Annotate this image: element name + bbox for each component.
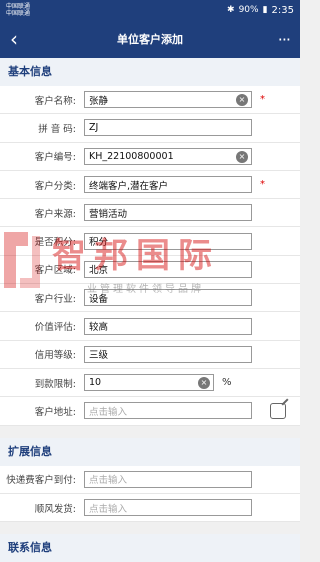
form-row-sf-shipping: 顺风发货: 点击输入: [0, 494, 300, 523]
pinyin-field[interactable]: ZJ: [84, 119, 252, 137]
field-label: 客户区域:: [34, 265, 76, 277]
value-assessment-field[interactable]: 较高: [84, 317, 252, 335]
form-row-address: 客户地址: 点击输入: [0, 397, 300, 426]
section-gap: [0, 425, 300, 438]
form-row-value-assessment: 价值评估: 较高: [0, 312, 300, 341]
field-label: 客户编号:: [34, 152, 76, 164]
form-row-customer-name: 客户名称: 张静 × *: [0, 86, 300, 115]
field-label: 顺风发货:: [34, 503, 76, 515]
clock: 2:35: [271, 4, 294, 16]
bluetooth-icon: ✱: [227, 5, 235, 15]
field-label: 客户分类:: [34, 180, 76, 192]
sf-shipping-field[interactable]: 点击输入: [84, 499, 252, 516]
express-fee-field[interactable]: 点击输入: [84, 470, 252, 488]
form-row-points: 是否积分: 积分: [0, 227, 300, 256]
clear-icon[interactable]: ×: [198, 377, 210, 390]
field-placeholder: 点击输入: [89, 475, 128, 487]
form-row-customer-number: 客户编号: KH_22100800001 ×: [0, 143, 300, 171]
customer-number-field[interactable]: KH_22100800001 ×: [84, 147, 252, 165]
field-label: 快递费客户到付:: [6, 475, 76, 487]
section-basic-title: 基本信息: [0, 58, 300, 86]
address-field[interactable]: 点击输入: [84, 402, 252, 420]
carrier-info: 中国联通 中国联通: [6, 3, 30, 17]
section-extended-title: 扩展信息: [0, 437, 300, 466]
field-label: 是否积分:: [34, 237, 76, 249]
payment-limit-field[interactable]: 10 ×: [84, 374, 214, 392]
form-row-credit-level: 信用等级: 三级: [0, 341, 300, 369]
section-contact-title: 联系信息: [0, 534, 300, 562]
required-mark: *: [260, 179, 265, 191]
required-mark: *: [260, 94, 265, 106]
top-nav: ‹ 单位客户添加 ···: [0, 20, 300, 58]
customer-source-field[interactable]: 营销活动: [84, 204, 252, 222]
region-field[interactable]: 北京: [84, 260, 252, 278]
battery-icon: ▮: [262, 5, 268, 15]
form-row-payment-limit: 到款限制: 10 × %: [0, 369, 300, 398]
page-title: 单位客户添加: [117, 33, 183, 46]
carrier-2: 中国联通: [6, 10, 31, 17]
field-value: 营销活动: [89, 208, 128, 220]
field-label: 信用等级:: [34, 350, 76, 362]
field-value: 北京: [89, 265, 109, 277]
form-row-region: 客户区域: 北京: [0, 256, 300, 285]
field-label: 客户名称:: [34, 95, 76, 107]
field-label: 拼 音 码:: [38, 123, 76, 135]
field-value: 较高: [89, 322, 109, 334]
field-value: 设备: [89, 293, 109, 305]
clear-icon[interactable]: ×: [236, 94, 248, 107]
field-label: 客户来源:: [34, 208, 76, 220]
customer-name-field[interactable]: 张静 ×: [84, 91, 252, 109]
form-row-express-fee: 快递费客户到付: 点击输入: [0, 466, 300, 494]
field-value: 张静: [89, 95, 109, 107]
carrier-1: 中国联通: [6, 3, 31, 10]
form-row-customer-category: 客户分类: 终端客户,潜在客户 *: [0, 171, 300, 200]
field-value: 终端客户,潜在客户: [89, 180, 169, 192]
clear-icon[interactable]: ×: [236, 150, 248, 163]
points-field[interactable]: 积分: [84, 232, 252, 250]
field-label: 客户地址:: [34, 406, 76, 418]
credit-level-field[interactable]: 三级: [84, 345, 252, 363]
field-value: 积分: [89, 237, 109, 249]
customer-category-field[interactable]: 终端客户,潜在客户: [84, 176, 252, 194]
more-icon[interactable]: ···: [266, 30, 291, 49]
field-label: 客户行业:: [34, 293, 76, 305]
field-label: 到款限制:: [34, 378, 76, 390]
field-placeholder: 点击输入: [89, 406, 128, 418]
status-right: ✱ 90% ▮ 2:35: [227, 5, 294, 16]
form-row-customer-source: 客户来源: 营销活动: [0, 199, 300, 228]
basic-form: 客户名称: 张静 × * 拼 音 码: ZJ 客户编号: KH_22100800…: [0, 86, 300, 426]
edit-icon[interactable]: [270, 403, 286, 420]
field-value: KH_22100800001: [89, 150, 174, 162]
back-arrow-icon[interactable]: ‹: [10, 27, 34, 51]
form-row-industry: 客户行业: 设备: [0, 284, 300, 313]
percent-unit: %: [222, 377, 232, 389]
battery-percent: 90%: [238, 5, 259, 15]
field-label: 价值评估:: [34, 322, 76, 334]
section-gap: [0, 522, 300, 535]
field-value: ZJ: [89, 122, 99, 134]
field-value: 三级: [89, 350, 109, 362]
form-row-pinyin: 拼 音 码: ZJ: [0, 114, 300, 143]
field-placeholder: 点击输入: [89, 503, 128, 515]
extended-form: 快递费客户到付: 点击输入 顺风发货: 点击输入: [0, 465, 300, 523]
status-bar: 中国联通 中国联通 ✱ 90% ▮ 2:35: [0, 0, 300, 20]
field-value: 10: [89, 377, 102, 389]
industry-field[interactable]: 设备: [84, 289, 252, 307]
